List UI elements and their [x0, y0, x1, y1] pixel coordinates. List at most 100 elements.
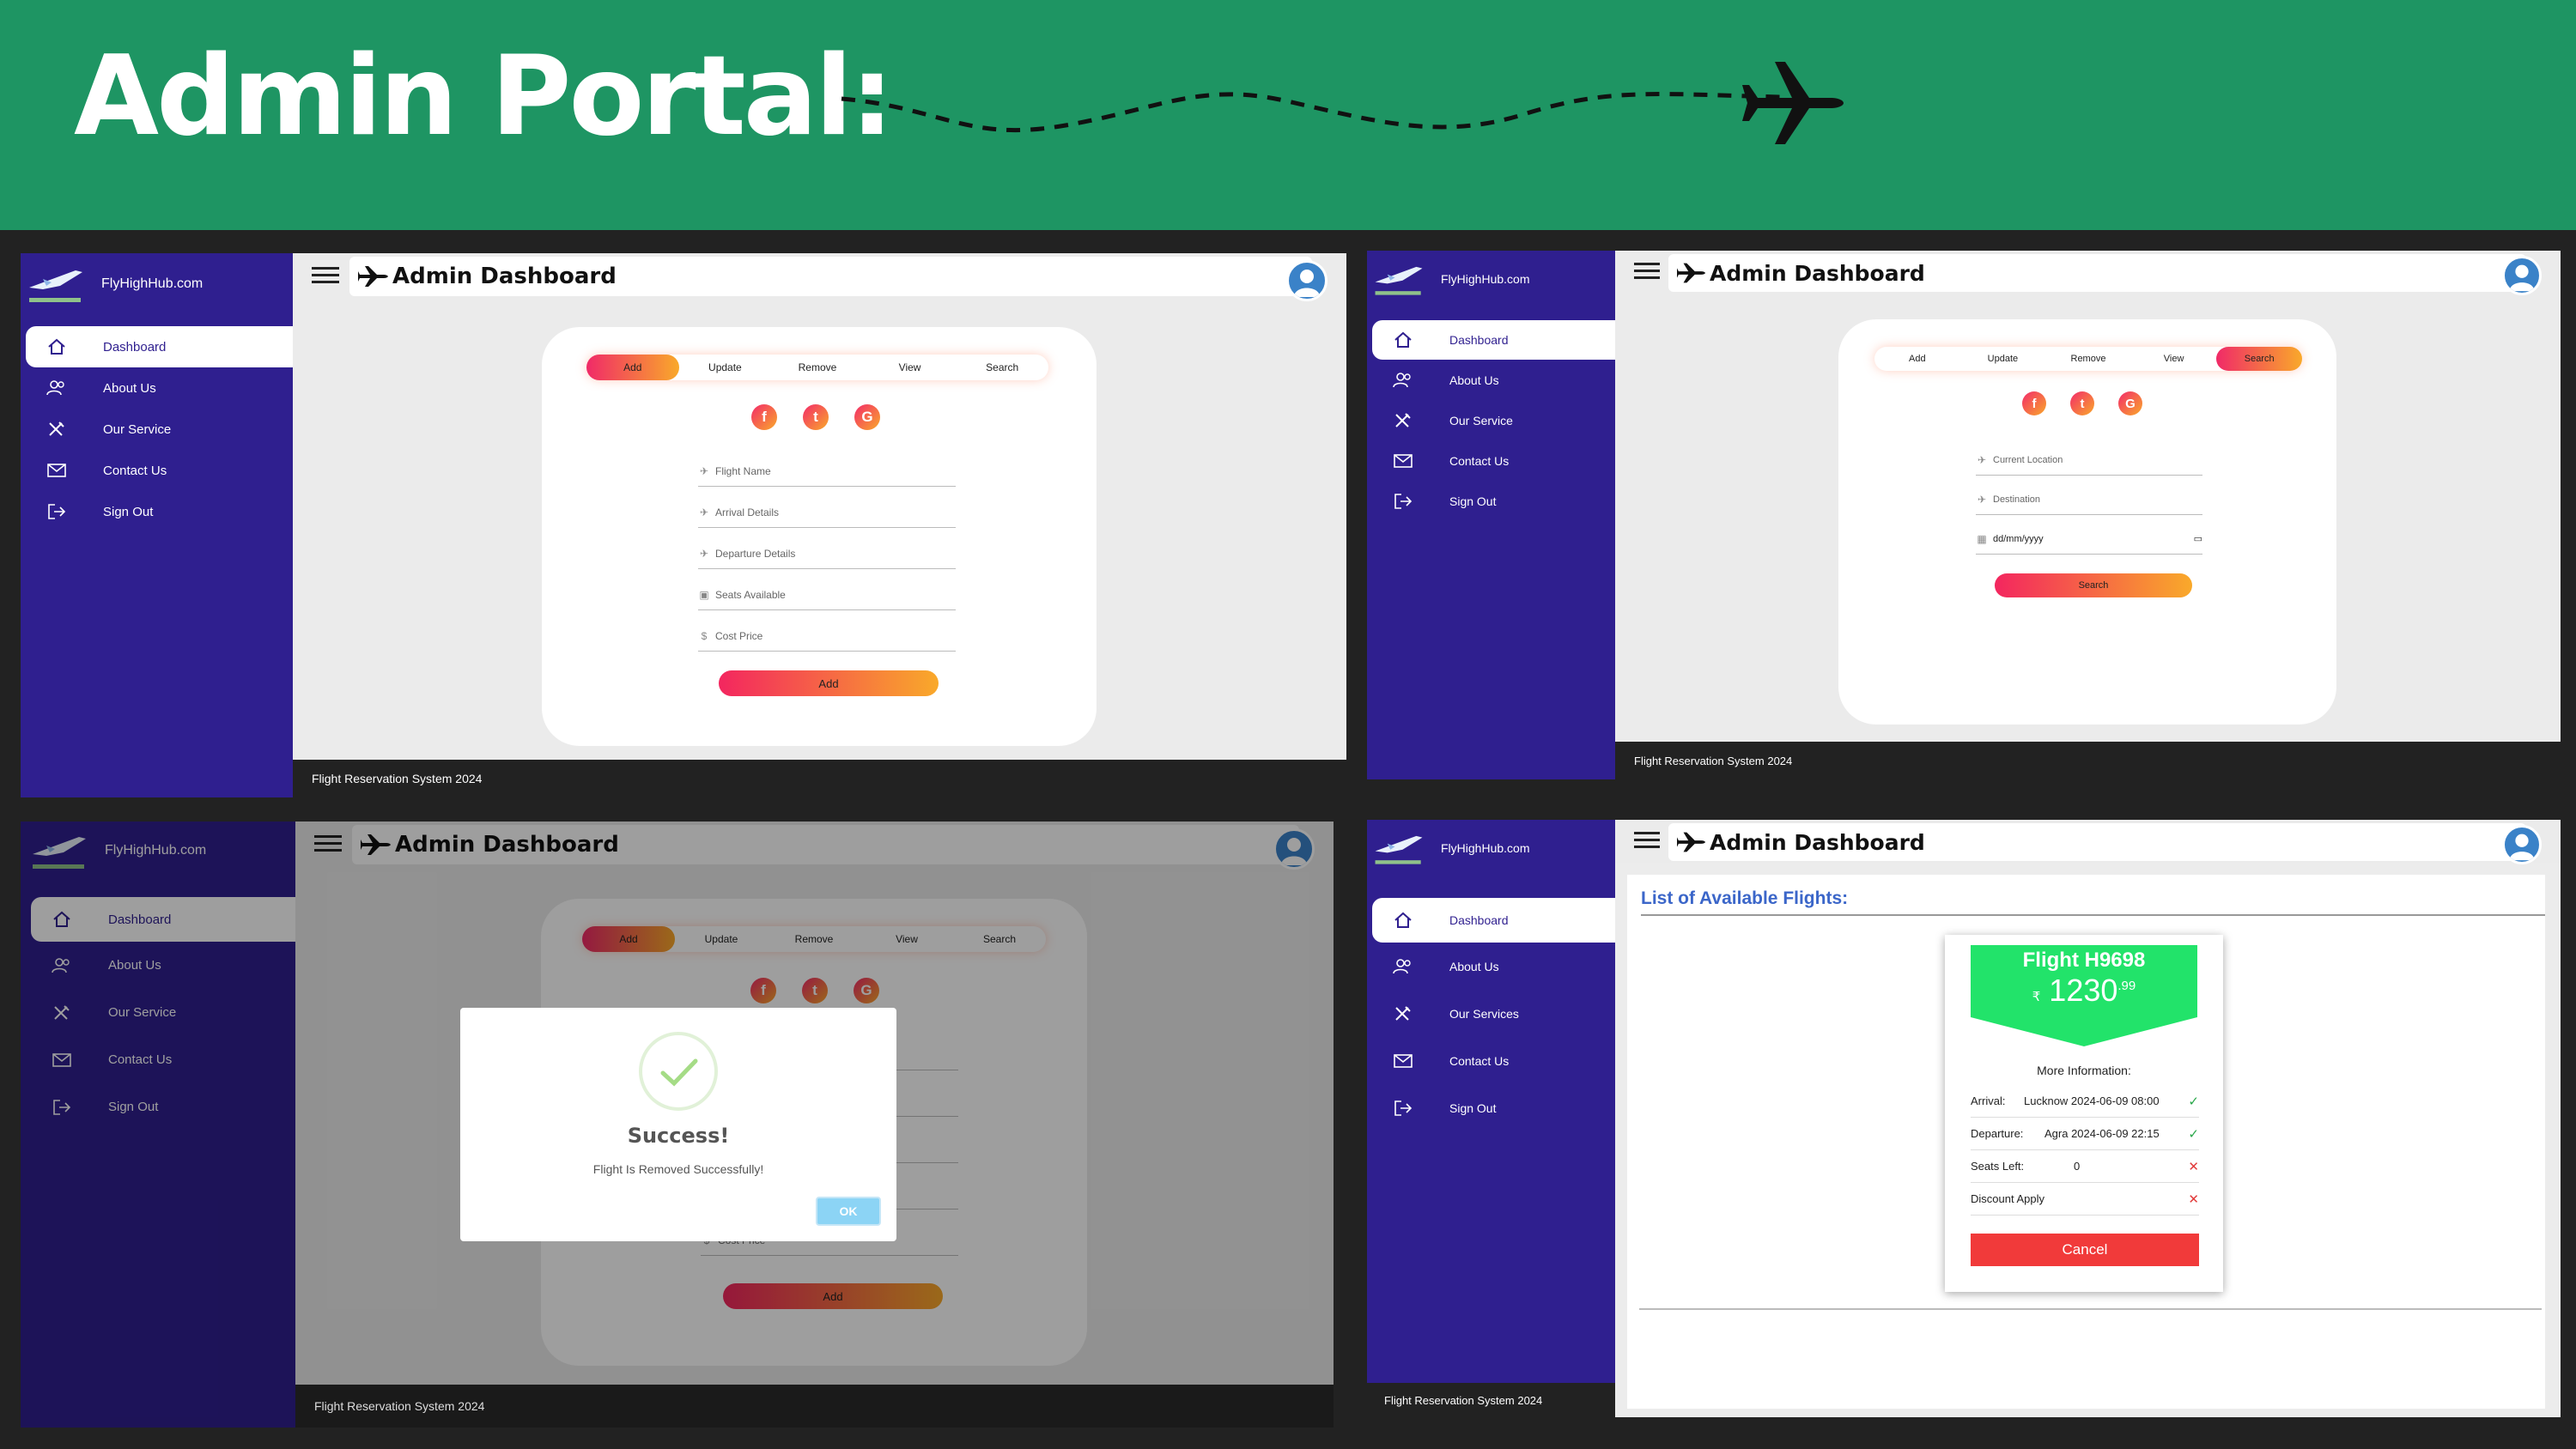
avatar[interactable]: [1286, 260, 1327, 301]
hamburger-menu-icon[interactable]: [1634, 263, 1660, 283]
departure-field[interactable]: ✈ Departure Details: [698, 538, 956, 569]
brand-name: FlyHighHub.com: [1441, 272, 1530, 286]
page-title: Admin Dashboard: [1668, 823, 2526, 861]
row-label: Arrival:: [1971, 1094, 2006, 1107]
footer: Flight Reservation System 2024: [295, 1385, 1334, 1428]
page-title-text: Admin Dashboard: [392, 264, 617, 289]
destination-field[interactable]: ✈ Destination: [1976, 484, 2202, 515]
current-location-field[interactable]: ✈ Current Location: [1976, 445, 2202, 476]
google-icon[interactable]: G: [2118, 391, 2142, 415]
check-icon: ✓: [2188, 1126, 2199, 1142]
hamburger-menu-icon[interactable]: [1634, 832, 1660, 852]
avatar[interactable]: [2502, 825, 2542, 864]
sidebar-item-label: About Us: [1449, 373, 1499, 387]
tab-update[interactable]: Update: [679, 355, 772, 380]
page-title: Admin Dashboard: [349, 257, 1312, 296]
sidebar-item-contact[interactable]: Contact Us: [1372, 1037, 1615, 1084]
row-label: Seats Left:: [1971, 1160, 2025, 1173]
search-button[interactable]: Search: [1995, 573, 2192, 597]
flight-name: Flight H9698: [2022, 949, 2146, 972]
sidebar-item-signout[interactable]: Sign Out: [1372, 481, 1615, 521]
sidebar-item-dashboard[interactable]: Dashboard: [1372, 320, 1615, 360]
row-value: 0: [2074, 1160, 2081, 1173]
field-placeholder: Destination: [1993, 494, 2041, 505]
search-card: Add Update Remove View Search f t G ✈ Cur…: [1838, 319, 2336, 724]
sidebar-item-about[interactable]: About Us: [1372, 943, 1615, 990]
tab-search[interactable]: Search: [956, 355, 1048, 380]
sidebar-item-services[interactable]: Our Services: [1372, 990, 1615, 1037]
departure-row: Departure: Agra 2024-06-09 22:15 ✓: [1971, 1118, 2199, 1150]
footer: Flight Reservation System 2024: [1615, 742, 2561, 779]
avatar[interactable]: [2502, 256, 2542, 295]
airplane-path-icon: [841, 62, 1844, 144]
sidebar-item-dashboard[interactable]: Dashboard: [1372, 898, 1615, 943]
tab-remove[interactable]: Remove: [2045, 347, 2131, 371]
topbar: Admin Dashboard: [1615, 820, 2561, 864]
calendar-picker-icon[interactable]: ▭: [2194, 533, 2202, 544]
topbar: Admin Dashboard: [1615, 251, 2561, 295]
tab-add[interactable]: Add: [586, 355, 679, 380]
tab-remove[interactable]: Remove: [771, 355, 864, 380]
sidebar-item-label: Our Service: [103, 421, 172, 437]
screenshot-add-flight: FlyHighHub.com Dashboard About Us Our Se…: [21, 253, 1346, 797]
price-cents: .99: [2117, 979, 2136, 993]
sidebar: FlyHighHub.com Dashboard About Us Our Se…: [1367, 251, 1615, 779]
footer: Flight Reservation System 2024: [293, 760, 1346, 797]
date-field[interactable]: ▦ dd/mm/yyyy ▭: [1976, 524, 2202, 555]
brand: FlyHighHub.com: [1372, 827, 1529, 870]
tab-search[interactable]: Search: [2216, 347, 2302, 371]
sidebar-item-service[interactable]: Our Service: [1372, 400, 1615, 440]
twitter-icon[interactable]: t: [803, 404, 829, 430]
sidebar-item-about[interactable]: About Us: [26, 367, 293, 409]
sidebar-item-service[interactable]: Our Service: [26, 409, 293, 450]
ok-button[interactable]: OK: [816, 1197, 881, 1226]
sign-out-icon: [1391, 1099, 1415, 1118]
sidebar-item-signout[interactable]: Sign Out: [1372, 1084, 1615, 1131]
hamburger-menu-icon[interactable]: [312, 267, 339, 288]
cancel-button[interactable]: Cancel: [1971, 1234, 2199, 1266]
facebook-icon[interactable]: f: [751, 404, 777, 430]
field-placeholder: Seats Available: [715, 588, 786, 601]
field-placeholder: Flight Name: [715, 464, 771, 477]
sidebar-item-label: Sign Out: [103, 504, 154, 519]
cross-icon: ✕: [2188, 1159, 2199, 1174]
twitter-icon[interactable]: t: [2070, 391, 2094, 415]
main-area: Admin Dashboard Add Update Remove View S…: [293, 253, 1346, 797]
arrival-field[interactable]: ✈ Arrival Details: [698, 497, 956, 528]
tab-add[interactable]: Add: [1874, 347, 1960, 371]
dollar-icon: $: [701, 629, 708, 642]
sidebar-item-label: Our Service: [1449, 413, 1513, 427]
field-placeholder: Arrival Details: [715, 506, 780, 518]
sidebar-item-label: Contact Us: [1449, 453, 1510, 468]
tab-update[interactable]: Update: [1960, 347, 2046, 371]
sidebar-item-signout[interactable]: Sign Out: [26, 491, 293, 532]
brand: FlyHighHub.com: [26, 262, 203, 306]
facebook-icon[interactable]: f: [2022, 391, 2046, 415]
sidebar-item-about[interactable]: About Us: [1372, 360, 1615, 400]
airplane-icon: [358, 266, 388, 287]
cost-field[interactable]: $ Cost Price: [698, 621, 956, 652]
sidebar: FlyHighHub.com Dashboard About Us Our Se…: [21, 822, 295, 1428]
tab-view[interactable]: View: [864, 355, 957, 380]
seats-field[interactable]: ▣ Seats Available: [698, 579, 956, 610]
brand: FlyHighHub.com: [1372, 258, 1529, 300]
tab-view[interactable]: View: [2131, 347, 2217, 371]
sidebar-item-label: Dashboard: [1449, 913, 1509, 927]
add-button[interactable]: Add: [719, 670, 939, 696]
mail-icon: [1391, 452, 1415, 470]
main-area: Admin Dashboard Add Update Remove View S…: [1615, 251, 2561, 779]
google-icon[interactable]: G: [854, 404, 880, 430]
home-icon: [1391, 330, 1415, 349]
sidebar-item-label: Dashboard: [1449, 333, 1509, 347]
field-placeholder: Cost Price: [715, 629, 763, 642]
logo-plane-icon: [29, 270, 82, 302]
users-icon: [45, 379, 69, 397]
banner-title: Admin Portal:: [74, 33, 894, 161]
sidebar-item-dashboard[interactable]: Dashboard: [26, 326, 293, 367]
home-icon: [45, 337, 69, 356]
sidebar-item-contact[interactable]: Contact Us: [26, 450, 293, 491]
flight-name-field[interactable]: ✈ Flight Name: [698, 456, 956, 487]
sidebar-item-contact[interactable]: Contact Us: [1372, 440, 1615, 481]
sidebar-nav: Dashboard About Us Our Service Contact U…: [26, 326, 293, 532]
divider: [1639, 1308, 2542, 1310]
